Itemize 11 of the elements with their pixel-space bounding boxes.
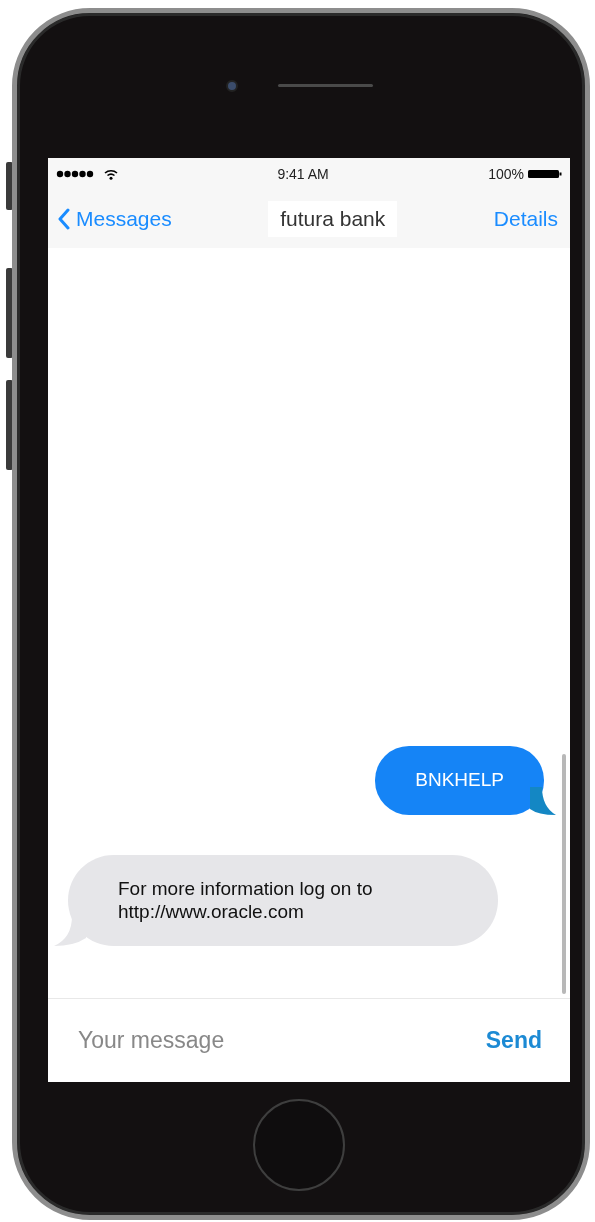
wifi-icon bbox=[104, 168, 118, 180]
back-button[interactable]: Messages bbox=[58, 203, 172, 235]
details-link[interactable]: Details bbox=[493, 203, 558, 235]
send-button[interactable]: Send bbox=[485, 1023, 542, 1058]
camera-icon bbox=[225, 79, 238, 92]
chevron-left-icon bbox=[58, 208, 70, 230]
bubble-tail bbox=[528, 786, 556, 815]
battery-icon bbox=[528, 169, 562, 179]
conversation-title: futura bank bbox=[268, 201, 398, 237]
status-time: 9:41 AM bbox=[277, 164, 329, 184]
battery-percent: 100% bbox=[488, 164, 524, 184]
